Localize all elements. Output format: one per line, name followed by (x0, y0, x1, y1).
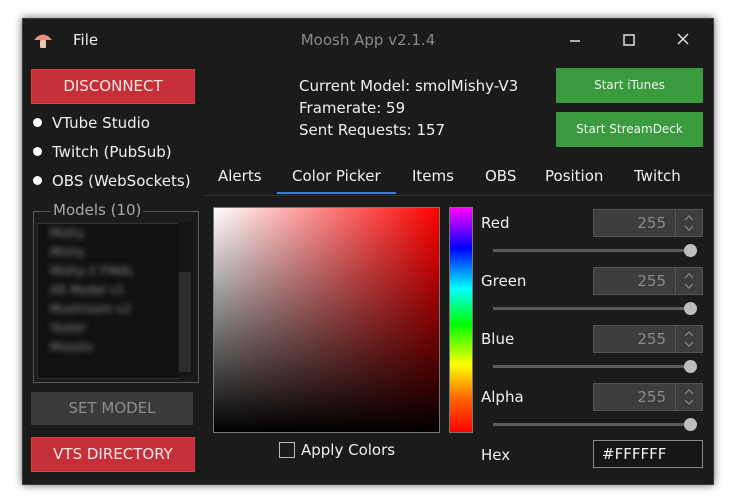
spin-arrows-icon[interactable] (675, 326, 702, 352)
status-twitch: Twitch (PubSub) (33, 143, 172, 161)
status-vtube-studio: VTube Studio (33, 114, 150, 132)
list-item[interactable]: Mosoto (38, 338, 178, 357)
sent-requests-text: Sent Requests: 157 (299, 121, 446, 139)
blue-label: Blue (481, 330, 515, 348)
maximize-icon (623, 34, 635, 46)
green-slider-handle[interactable] (684, 302, 697, 315)
set-model-button[interactable]: SET MODEL (31, 392, 193, 425)
framerate-text: Framerate: 59 (299, 99, 406, 117)
list-item[interactable]: Mishy (38, 243, 178, 262)
models-scroll-thumb[interactable] (179, 272, 191, 372)
window-title: Moosh App v2.1.4 (300, 31, 436, 49)
start-itunes-button[interactable]: Start iTunes (556, 68, 703, 103)
list-item[interactable]: Alt Model v1 (38, 281, 178, 300)
active-tab-indicator (277, 192, 396, 194)
spin-arrows-icon[interactable] (675, 268, 702, 294)
tab-items[interactable]: Items (412, 167, 454, 185)
alpha-slider-handle[interactable] (684, 418, 697, 431)
status-dot (33, 118, 42, 127)
hex-label: Hex (481, 446, 511, 464)
current-model-text: Current Model: smolMishy-V3 (299, 77, 519, 95)
close-button[interactable] (666, 25, 700, 55)
status-obs: OBS (WebSockets) (33, 172, 191, 190)
blue-slider-handle[interactable] (684, 360, 697, 373)
alpha-value: 255 (637, 388, 666, 406)
green-spinbox[interactable]: 255 (593, 267, 703, 295)
start-streamdeck-button[interactable]: Start StreamDeck (556, 112, 703, 147)
green-slider[interactable] (493, 307, 693, 310)
spin-arrows-icon[interactable] (675, 210, 702, 236)
vts-directory-button[interactable]: VTS DIRECTORY (31, 437, 195, 472)
hue-slider[interactable] (449, 207, 473, 433)
hex-value: #FFFFFF (602, 445, 667, 463)
tab-alerts[interactable]: Alerts (218, 167, 262, 185)
red-label: Red (481, 214, 510, 232)
disconnect-button[interactable]: DISCONNECT (31, 69, 195, 104)
list-item[interactable]: Mishy-2 FINAL (38, 262, 178, 281)
alpha-spinbox[interactable]: 255 (593, 383, 703, 411)
alpha-label: Alpha (481, 388, 524, 406)
models-list[interactable]: Mishy Mishy Mishy-2 FINAL Alt Model v1 M… (37, 223, 179, 379)
alpha-slider[interactable] (493, 423, 693, 426)
tab-bar-divider (203, 195, 713, 196)
tab-twitch[interactable]: Twitch (634, 167, 681, 185)
tab-position[interactable]: Position (545, 167, 603, 185)
saturation-value-picker[interactable] (213, 207, 440, 433)
list-item[interactable]: Mishy (38, 224, 178, 243)
apply-colors-label: Apply Colors (301, 441, 396, 459)
red-slider-handle[interactable] (684, 244, 697, 257)
list-item[interactable]: Mushroom v2 (38, 300, 178, 319)
minimize-icon (570, 40, 580, 42)
close-icon (677, 33, 689, 45)
red-slider[interactable] (493, 249, 693, 252)
tab-color-picker[interactable]: Color Picker (292, 167, 381, 185)
maximize-button[interactable] (612, 25, 646, 55)
tab-obs[interactable]: OBS (485, 167, 516, 185)
status-dot (33, 176, 42, 185)
minimize-button[interactable] (558, 25, 592, 55)
hex-input[interactable]: #FFFFFF (593, 440, 703, 468)
green-label: Green (481, 272, 527, 290)
blue-spinbox[interactable]: 255 (593, 325, 703, 353)
list-item[interactable]: Yoster (38, 319, 178, 338)
app-window: File Moosh App v2.1.4 DISCONNECT VTube S… (22, 18, 714, 485)
green-value: 255 (637, 272, 666, 290)
blue-slider[interactable] (493, 365, 693, 368)
status-dot (33, 147, 42, 156)
models-label: Models (10) (51, 201, 144, 219)
red-spinbox[interactable]: 255 (593, 209, 703, 237)
spin-arrows-icon[interactable] (675, 384, 702, 410)
blue-value: 255 (637, 330, 666, 348)
title-bar: File Moosh App v2.1.4 (23, 19, 713, 61)
apply-colors-checkbox[interactable] (279, 442, 295, 458)
red-value: 255 (637, 214, 666, 232)
